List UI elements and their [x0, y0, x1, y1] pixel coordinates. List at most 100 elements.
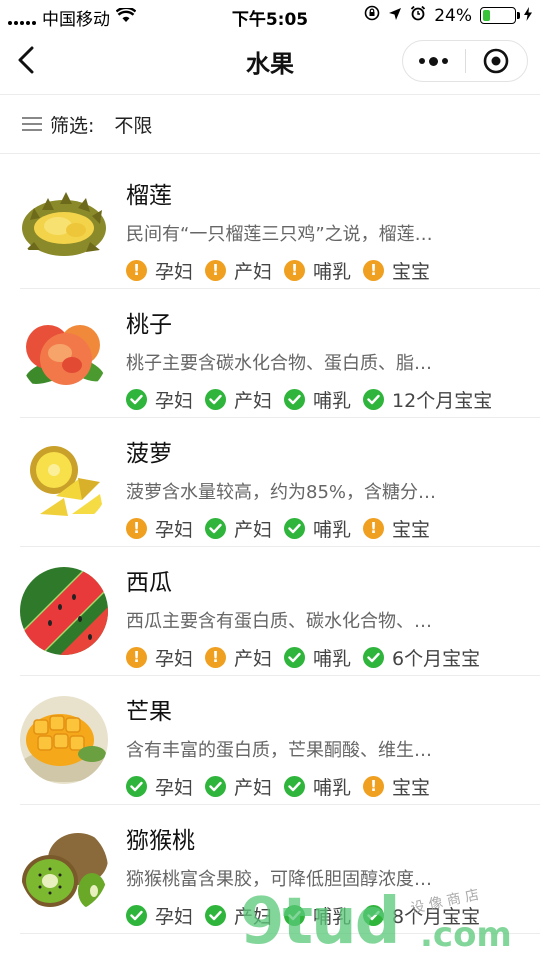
tag-label: 6个月宝宝 [392, 648, 481, 670]
more-button[interactable] [403, 41, 465, 81]
suitability-tag: 12个月宝宝 [363, 386, 492, 413]
suitability-tag: ! 孕妇 [126, 644, 193, 671]
check-icon [363, 647, 385, 668]
suitability-tag: 哺乳 [284, 902, 351, 929]
suitability-tags: ! 孕妇 产妇 哺乳! 宝宝 [126, 515, 430, 542]
suitability-tag: 孕妇 [126, 773, 193, 800]
rotation-lock-icon [364, 5, 380, 26]
check-icon [126, 389, 147, 410]
fruit-description: 西瓜主要含有蛋白质、碳水化合物、… [126, 611, 432, 632]
fruit-description: 含有丰富的蛋白质，芒果酮酸、维生… [126, 740, 432, 761]
nav-bar: 水果 [0, 30, 540, 90]
tag-label: 孕妇 [155, 777, 194, 799]
list-item[interactable]: 榴莲 民间有“一只榴莲三只鸡”之说，榴莲…! 孕妇! 产妇! 哺乳! 宝宝 [20, 160, 540, 289]
check-icon [284, 518, 306, 539]
warning-icon: ! [363, 518, 385, 539]
fruit-thumbnail [20, 180, 108, 268]
fruit-description: 猕猴桃富含果胶，可降低胆固醇浓度… [126, 869, 432, 890]
tag-label: 宝宝 [392, 261, 431, 283]
tag-label: 产妇 [234, 777, 273, 799]
list-item[interactable]: 芒果 含有丰富的蛋白质，芒果酮酸、维生… 孕妇 产妇 哺乳! 宝宝 [20, 676, 540, 805]
suitability-tag: ! 产妇 [205, 644, 272, 671]
status-right: 24% [364, 5, 532, 26]
tag-label: 产妇 [234, 390, 273, 412]
fruit-description: 桃子主要含碳水化合物、蛋白质、脂… [126, 353, 432, 374]
suitability-tag: 哺乳 [284, 386, 351, 413]
tag-label: 哺乳 [313, 519, 352, 541]
fruit-name: 桃子 [126, 312, 172, 338]
charging-icon [524, 6, 532, 26]
suitability-tag: 孕妇 [126, 902, 193, 929]
filter-label: 筛选: [50, 114, 95, 137]
suitability-tags: 孕妇 产妇 哺乳! 宝宝 [126, 773, 430, 800]
suitability-tag: 哺乳 [284, 644, 351, 671]
tag-label: 8个月宝宝 [392, 906, 481, 928]
fruit-name: 芒果 [126, 699, 172, 725]
suitability-tag: 哺乳 [284, 773, 351, 800]
fruit-name: 菠萝 [126, 441, 172, 467]
target-circle-icon [483, 48, 509, 74]
tag-label: 孕妇 [155, 648, 194, 670]
suitability-tag: 6个月宝宝 [363, 644, 480, 671]
check-icon [284, 776, 306, 797]
battery-icon [480, 7, 520, 24]
list-item[interactable]: 桃子桃子主要含碳水化合物、蛋白质、脂… 孕妇 产妇 哺乳 12个月宝宝 [20, 289, 540, 418]
suitability-tags: 孕妇 产妇 哺乳 8个月宝宝 [126, 902, 480, 929]
suitability-tag: 8个月宝宝 [363, 902, 480, 929]
status-bar: 中国移动 下午5:05 24% [0, 0, 540, 30]
suitability-tag: ! 产妇 [205, 257, 272, 284]
list-item[interactable]: 西瓜 西瓜主要含有蛋白质、碳水化合物、…! 孕妇! 产妇 哺乳 6个月宝宝 [20, 547, 540, 676]
suitability-tags: ! 孕妇! 产妇 哺乳 6个月宝宝 [126, 644, 480, 671]
warning-icon: ! [205, 260, 227, 281]
suitability-tags: 孕妇 产妇 哺乳 12个月宝宝 [126, 386, 492, 413]
fruit-thumbnail [20, 567, 108, 655]
warning-icon: ! [363, 260, 385, 281]
suitability-tag: 产妇 [205, 773, 272, 800]
alarm-icon [410, 5, 426, 26]
check-icon [205, 518, 227, 539]
fruit-thumbnail [20, 438, 108, 526]
tag-label: 哺乳 [313, 906, 352, 928]
fruit-thumbnail [20, 309, 108, 397]
filter-bar[interactable]: 筛选: 不限 [0, 94, 540, 154]
suitability-tags: ! 孕妇! 产妇! 哺乳! 宝宝 [126, 257, 430, 284]
suitability-tag: ! 宝宝 [363, 515, 430, 542]
warning-icon: ! [126, 518, 147, 539]
tag-label: 宝宝 [392, 777, 431, 799]
check-icon [363, 905, 385, 926]
list-item[interactable]: 猕猴桃 猕猴桃富含果胶，可降低胆固醇浓度… 孕妇 产妇 哺乳 8个月宝宝 [20, 805, 540, 934]
battery-percent: 24% [434, 5, 472, 26]
menu-lines-icon [22, 113, 42, 135]
warning-icon: ! [126, 260, 147, 281]
suitability-tag: ! 哺乳 [284, 257, 351, 284]
check-icon [284, 389, 306, 410]
suitability-tag: 产妇 [205, 515, 272, 542]
fruit-thumbnail [20, 696, 108, 784]
check-icon [284, 647, 306, 668]
tag-label: 哺乳 [313, 261, 352, 283]
suitability-tag: 产妇 [205, 386, 272, 413]
tag-label: 产妇 [234, 261, 273, 283]
check-icon [126, 776, 147, 797]
list-item[interactable]: 菠萝菠萝含水量较高，约为85%，含糖分…! 孕妇 产妇 哺乳! 宝宝 [20, 418, 540, 547]
fruit-description: 菠萝含水量较高，约为85%，含糖分… [126, 482, 437, 503]
warning-icon: ! [363, 776, 385, 797]
suitability-tag: ! 宝宝 [363, 773, 430, 800]
suitability-tag: ! 孕妇 [126, 257, 193, 284]
check-icon [205, 776, 227, 797]
warning-icon: ! [284, 260, 306, 281]
tag-label: 孕妇 [155, 261, 194, 283]
tag-label: 孕妇 [155, 519, 194, 541]
tag-label: 孕妇 [155, 906, 194, 928]
fruit-thumbnail [20, 825, 108, 913]
tag-label: 12个月宝宝 [392, 390, 493, 412]
close-button[interactable] [465, 41, 527, 81]
tag-label: 哺乳 [313, 390, 352, 412]
filter-value: 不限 [114, 114, 153, 137]
suitability-tag: ! 宝宝 [363, 257, 430, 284]
suitability-tag: 孕妇 [126, 386, 193, 413]
tag-label: 宝宝 [392, 519, 431, 541]
more-dots-icon [419, 56, 449, 66]
warning-icon: ! [205, 647, 227, 668]
fruit-name: 榴莲 [126, 183, 172, 209]
